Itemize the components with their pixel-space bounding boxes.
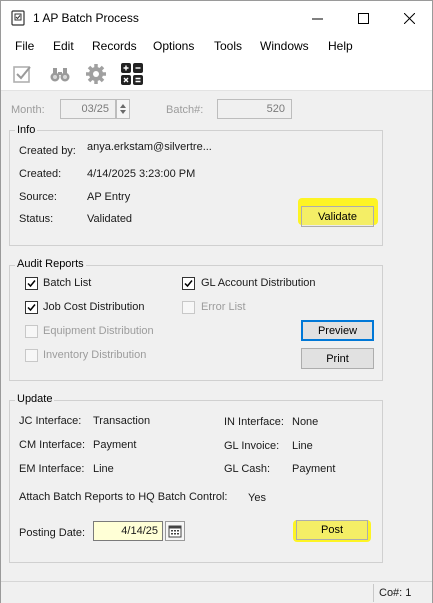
- jc-interface-label: JC Interface:: [19, 415, 82, 427]
- maximize-icon: [357, 12, 369, 24]
- menu-options[interactable]: Options: [153, 39, 194, 53]
- preview-button[interactable]: Preview: [301, 320, 374, 341]
- menu-bar: File Edit Records Options Tools Windows …: [1, 35, 432, 57]
- attach-reports-value: Yes: [248, 492, 266, 504]
- created-value: 4/14/2025 3:23:00 PM: [87, 168, 196, 180]
- source-label: Source:: [19, 191, 57, 203]
- gl-cash-value: Payment: [292, 463, 336, 475]
- menu-windows[interactable]: Windows: [260, 39, 309, 53]
- attach-reports-label: Attach Batch Reports to HQ Batch Control…: [19, 491, 228, 503]
- month-field[interactable]: 03/25: [60, 99, 116, 119]
- batch-list-checkbox[interactable]: [25, 277, 38, 290]
- menu-help[interactable]: Help: [328, 39, 353, 53]
- menu-tools[interactable]: Tools: [214, 39, 242, 53]
- job-cost-distribution-checkbox[interactable]: [25, 301, 38, 314]
- audit-reports-title: Audit Reports: [15, 258, 86, 270]
- job-cost-distribution-label: Job Cost Distribution: [43, 301, 145, 313]
- minimize-icon: [311, 18, 323, 19]
- batch-field[interactable]: 520: [217, 99, 292, 119]
- update-group-title: Update: [15, 393, 55, 405]
- company-number: Co#: 1: [373, 584, 411, 602]
- posting-date-label: Posting Date:: [19, 527, 86, 539]
- cm-interface-label: CM Interface:: [19, 439, 86, 451]
- title-bar[interactable]: 1 AP Batch Process: [1, 1, 432, 35]
- info-group-title: Info: [15, 124, 38, 136]
- window-title: 1 AP Batch Process: [33, 11, 139, 25]
- spin-down-icon: [120, 110, 126, 114]
- validate-button[interactable]: Validate: [301, 206, 374, 227]
- checkmark-icon: [27, 280, 36, 288]
- calculator-icon[interactable]: [120, 62, 144, 86]
- close-button[interactable]: [386, 1, 432, 35]
- jc-interface-value: Transaction: [93, 415, 151, 427]
- batch-list-label: Batch List: [43, 277, 92, 289]
- gear-icon[interactable]: [84, 62, 108, 86]
- gl-account-distribution-checkbox[interactable]: [182, 277, 195, 290]
- em-interface-label: EM Interface:: [19, 463, 85, 475]
- inventory-distribution-label: Inventory Distribution: [43, 349, 147, 361]
- status-bar: Co#: 1: [1, 581, 432, 603]
- cm-interface-value: Payment: [93, 439, 137, 451]
- equipment-distribution-checkbox[interactable]: [25, 325, 38, 338]
- calendar-button[interactable]: [165, 521, 185, 541]
- spin-up-icon: [120, 104, 126, 108]
- ap-batch-process-window: 1 AP Batch Process File Edit Records Opt…: [0, 0, 433, 603]
- equipment-distribution-label: Equipment Distribution: [43, 325, 154, 337]
- gl-cash-label: GL Cash:: [224, 463, 271, 475]
- posting-date-input[interactable]: 4/14/25: [93, 521, 163, 541]
- app-icon: [11, 10, 25, 26]
- menu-edit[interactable]: Edit: [53, 39, 74, 53]
- menu-records[interactable]: Records: [92, 39, 137, 53]
- gl-account-distribution-label: GL Account Distribution: [201, 277, 316, 289]
- month-spinner[interactable]: [116, 99, 130, 119]
- maximize-button[interactable]: [340, 1, 386, 35]
- menu-file[interactable]: File: [15, 39, 34, 53]
- gl-invoice-label: GL Invoice:: [224, 440, 280, 452]
- created-by-value: anya.erkstam@silvertre...: [87, 141, 212, 153]
- em-interface-value: Line: [93, 463, 114, 475]
- in-interface-label: IN Interface:: [224, 416, 284, 428]
- status-value: Validated: [87, 213, 133, 225]
- error-list-checkbox[interactable]: [182, 301, 195, 314]
- post-button[interactable]: Post: [296, 520, 368, 540]
- toolbar: [1, 57, 432, 91]
- status-label: Status:: [19, 213, 54, 225]
- created-label: Created:: [19, 168, 62, 180]
- gl-invoice-value: Line: [292, 440, 313, 452]
- calendar-icon: [168, 525, 182, 538]
- minimize-button[interactable]: [294, 1, 340, 35]
- in-interface-value: None: [292, 416, 319, 428]
- close-icon: [403, 12, 415, 24]
- checkmark-icon: [184, 280, 193, 288]
- source-value: AP Entry: [87, 191, 131, 203]
- checkmark-icon: [27, 304, 36, 312]
- inventory-distribution-checkbox[interactable]: [25, 349, 38, 362]
- print-button[interactable]: Print: [301, 348, 374, 369]
- created-by-label: Created by:: [19, 145, 76, 157]
- month-label: Month:: [11, 104, 45, 116]
- error-list-label: Error List: [201, 301, 246, 313]
- binoculars-icon[interactable]: [48, 62, 72, 86]
- batch-label: Batch#:: [166, 104, 204, 116]
- validate-check-icon[interactable]: [11, 62, 35, 86]
